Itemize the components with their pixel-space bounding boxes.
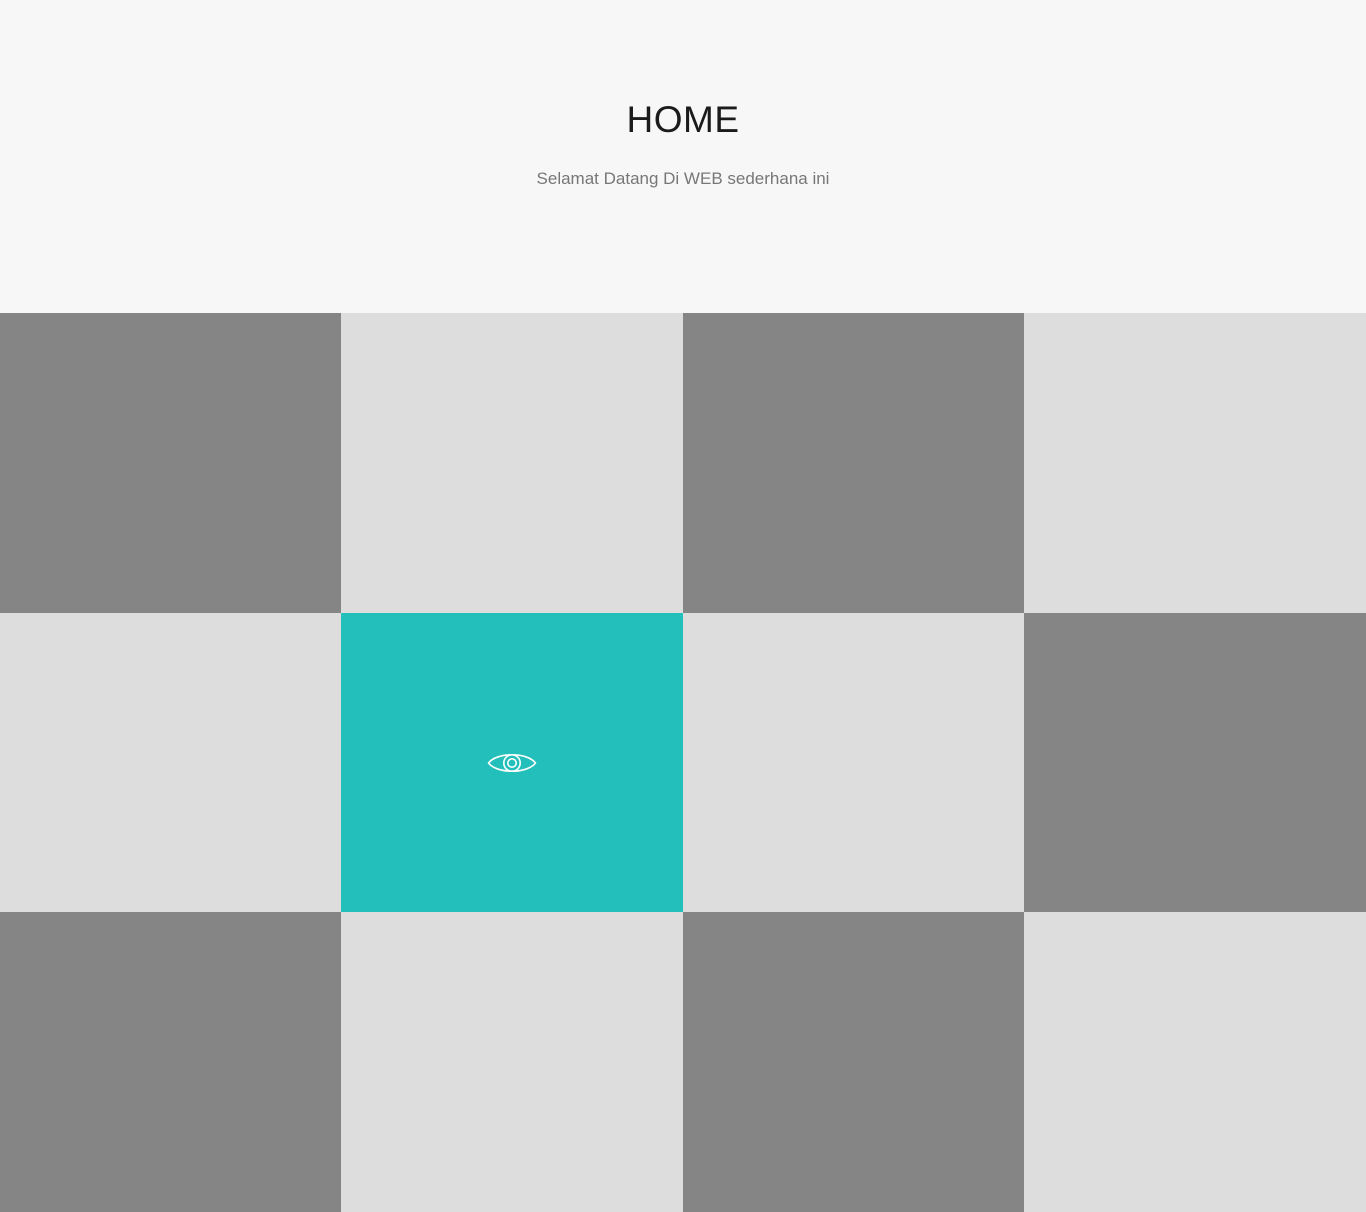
hero-section: HOME Selamat Datang Di WEB sederhana ini [0, 0, 1366, 313]
gallery-tile[interactable] [683, 613, 1024, 912]
page-title: HOME [626, 99, 740, 140]
page-subtitle: Selamat Datang Di WEB sederhana ini [536, 169, 830, 188]
gallery-tile[interactable] [0, 313, 341, 613]
gallery-tile[interactable] [683, 912, 1024, 1212]
gallery-tile[interactable] [1024, 313, 1366, 613]
gallery-tile[interactable] [0, 912, 341, 1212]
eye-icon[interactable] [487, 747, 537, 779]
gallery-tile[interactable] [1024, 613, 1366, 912]
gallery-tile[interactable] [683, 313, 1024, 613]
gallery-tile[interactable] [341, 313, 683, 613]
gallery-tile[interactable] [1024, 912, 1366, 1212]
gallery-tile[interactable] [341, 912, 683, 1212]
gallery-tile-hovered[interactable] [341, 613, 683, 912]
gallery-tile[interactable] [0, 613, 341, 912]
gallery-grid [0, 313, 1366, 1212]
